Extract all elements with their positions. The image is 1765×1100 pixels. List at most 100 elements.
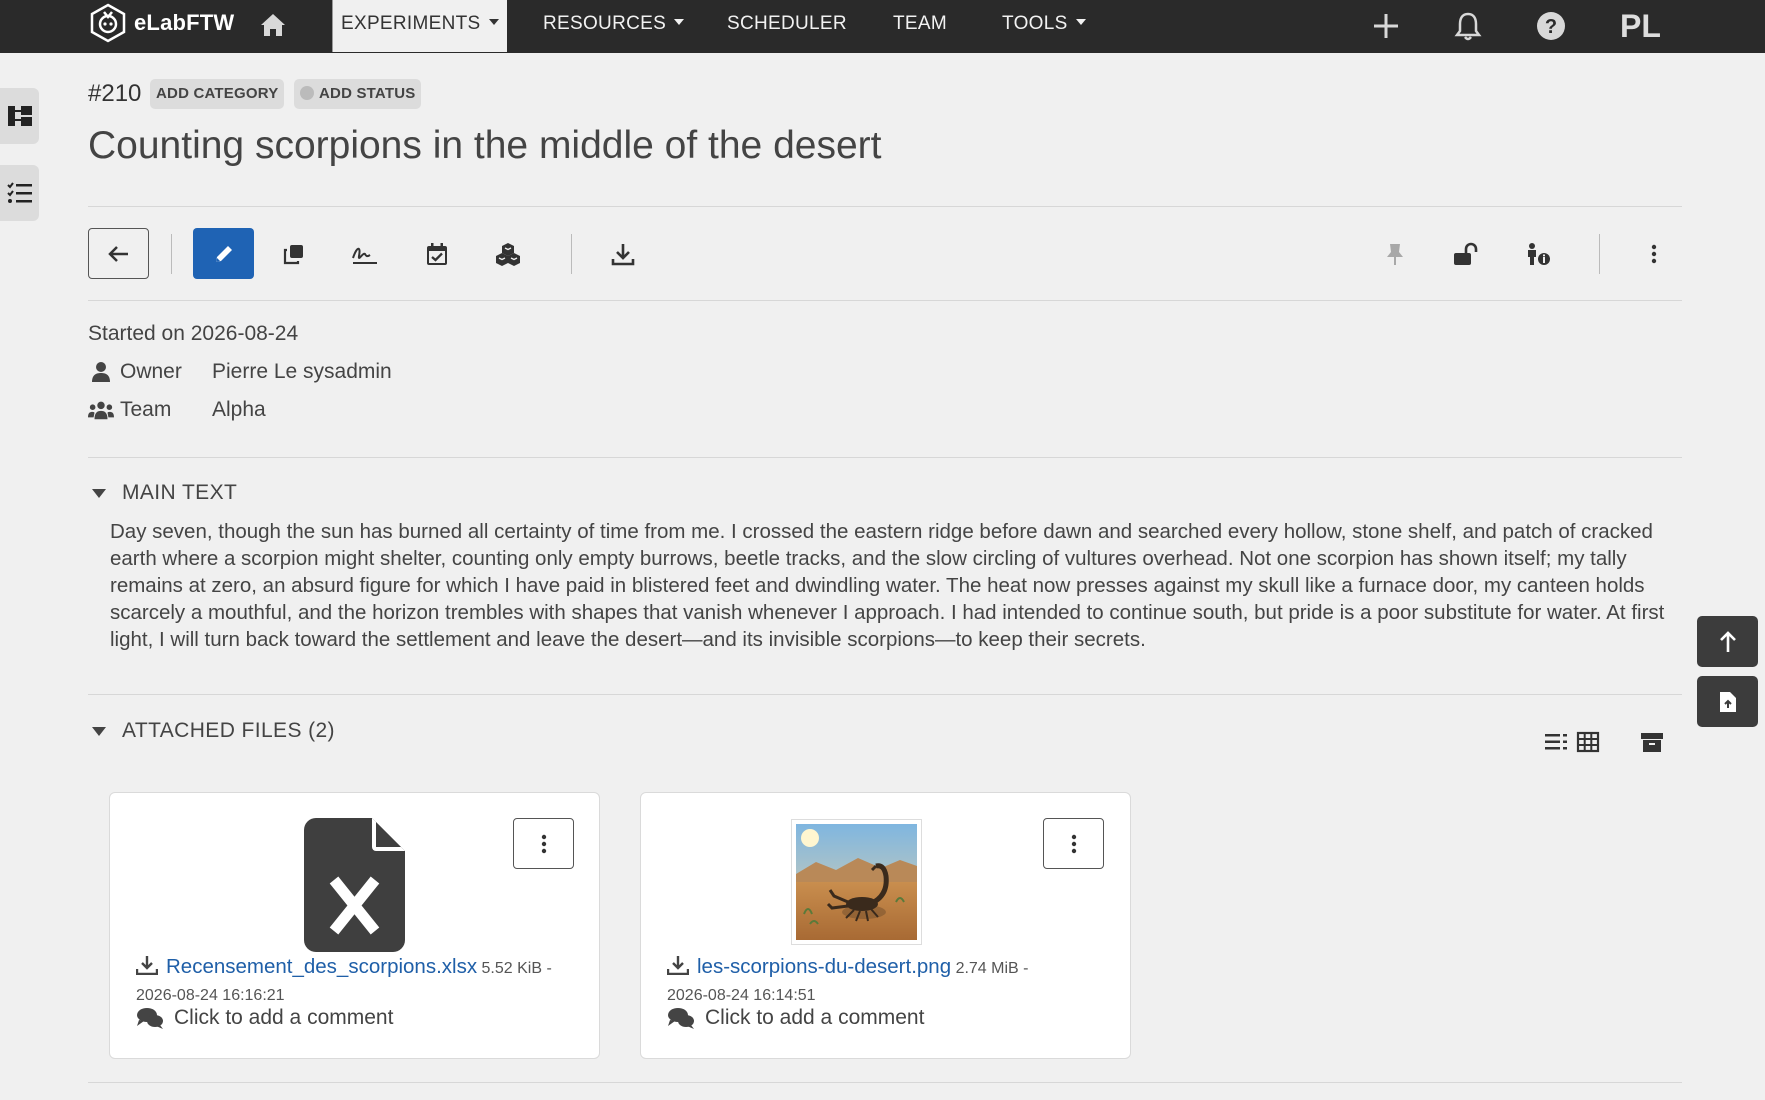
nav-resources[interactable]: RESOURCES bbox=[543, 0, 685, 48]
start-date[interactable]: Started on 2026-08-24 bbox=[88, 322, 298, 346]
signature-icon[interactable] bbox=[351, 240, 379, 268]
status-dot-icon bbox=[300, 86, 314, 100]
sitemap-icon bbox=[7, 106, 32, 126]
caret-down-icon bbox=[92, 488, 106, 498]
add-comment[interactable]: Click to add a comment bbox=[136, 1006, 393, 1030]
file-size: 5.52 KiB - bbox=[481, 960, 552, 977]
toc-button[interactable] bbox=[0, 165, 39, 221]
edit-button[interactable] bbox=[193, 228, 254, 279]
chevron-down-icon bbox=[1075, 18, 1086, 25]
nav-team-label: TEAM bbox=[893, 13, 947, 34]
divider bbox=[88, 300, 1682, 301]
users-icon bbox=[88, 401, 114, 420]
comments-icon bbox=[668, 1008, 694, 1029]
file-name-link[interactable]: les-scorpions-du-desert.png bbox=[697, 955, 951, 978]
pin-icon[interactable] bbox=[1381, 240, 1409, 268]
upload-file-button[interactable] bbox=[1697, 676, 1758, 727]
team-value: Alpha bbox=[212, 398, 266, 421]
svg-text:?: ? bbox=[1545, 16, 1557, 38]
nav-tools[interactable]: TOOLS bbox=[1002, 0, 1086, 48]
chevron-down-icon bbox=[674, 18, 685, 25]
tree-view-button[interactable] bbox=[0, 88, 39, 144]
add-category-button[interactable]: ADD CATEGORY bbox=[150, 79, 285, 109]
excel-file-icon[interactable] bbox=[304, 818, 405, 952]
top-navbar: eLabFTW EXPERIMENTS RESOURCES SCHEDULER … bbox=[0, 0, 1765, 53]
brand-name: eLabFTW bbox=[134, 10, 235, 35]
divider bbox=[88, 694, 1682, 695]
scroll-top-button[interactable] bbox=[1697, 616, 1758, 667]
entry-id: #210 bbox=[88, 80, 142, 107]
file-menu-button[interactable] bbox=[513, 818, 574, 869]
attached-files-toggle[interactable]: ATTACHED FILES (2) bbox=[92, 719, 335, 743]
arrow-left-icon bbox=[107, 245, 128, 262]
more-options-icon bbox=[541, 834, 546, 853]
nav-team[interactable]: TEAM bbox=[893, 0, 947, 48]
more-options-icon bbox=[1071, 834, 1076, 853]
owner-label: Owner bbox=[120, 360, 182, 383]
person-info-icon[interactable] bbox=[1524, 240, 1552, 268]
archive-icon[interactable] bbox=[1640, 730, 1664, 754]
owner-value: Pierre Le sysadmin bbox=[212, 360, 392, 383]
user-icon bbox=[92, 362, 110, 382]
checklist-icon bbox=[6, 182, 32, 203]
file-date: 2026-08-24 16:14:51 bbox=[667, 987, 816, 1004]
main-text-body[interactable]: Day seven, though the sun has burned all… bbox=[110, 518, 1670, 653]
caret-down-icon bbox=[92, 726, 106, 736]
user-avatar[interactable]: PL bbox=[1620, 6, 1661, 46]
nav-scheduler[interactable]: SCHEDULER bbox=[727, 0, 847, 48]
main-text-heading: MAIN TEXT bbox=[122, 481, 238, 504]
nav-resources-label: RESOURCES bbox=[543, 13, 667, 34]
image-thumbnail[interactable] bbox=[791, 819, 922, 945]
duplicate-icon[interactable] bbox=[280, 240, 308, 268]
help-icon[interactable]: ? bbox=[1535, 10, 1567, 42]
grid-view-icon[interactable] bbox=[1576, 730, 1600, 754]
comment-label: Click to add a comment bbox=[174, 1006, 394, 1029]
file-size: 2.74 MiB - bbox=[955, 960, 1029, 977]
list-view-icon[interactable] bbox=[1544, 730, 1568, 754]
pencil-icon bbox=[215, 245, 232, 262]
file-info: Recensement_des_scorpions.xlsx 5.52 KiB … bbox=[136, 953, 586, 1009]
nav-tools-label: TOOLS bbox=[1002, 13, 1068, 34]
add-status-label: ADD STATUS bbox=[319, 85, 416, 102]
page-title[interactable]: Counting scorpions in the middle of the … bbox=[88, 124, 881, 168]
arrow-up-icon bbox=[1719, 630, 1736, 652]
download-icon[interactable] bbox=[609, 240, 637, 268]
unlock-icon[interactable] bbox=[1452, 240, 1480, 268]
home-icon[interactable] bbox=[259, 12, 287, 38]
elabftw-logo-icon bbox=[90, 3, 126, 43]
file-info: les-scorpions-du-desert.png 2.74 MiB - 2… bbox=[667, 953, 1117, 1009]
team-label: Team bbox=[120, 398, 172, 421]
more-options-icon[interactable] bbox=[1640, 240, 1668, 268]
file-upload-icon bbox=[1719, 691, 1736, 712]
add-status-button[interactable]: ADD STATUS bbox=[294, 79, 422, 109]
scorpion-desert-image bbox=[796, 824, 917, 940]
file-menu-button[interactable] bbox=[1043, 818, 1104, 869]
divider bbox=[88, 206, 1682, 207]
brand-logo[interactable]: eLabFTW bbox=[88, 3, 234, 43]
download-icon[interactable] bbox=[667, 955, 689, 975]
file-name-link[interactable]: Recensement_des_scorpions.xlsx bbox=[166, 955, 477, 978]
calendar-check-icon[interactable] bbox=[423, 240, 451, 268]
toolbar-separator bbox=[1599, 234, 1600, 274]
main-text-toggle[interactable]: MAIN TEXT bbox=[92, 481, 237, 505]
toolbar-separator bbox=[571, 234, 572, 274]
plus-icon[interactable] bbox=[1370, 10, 1402, 42]
file-card: Recensement_des_scorpions.xlsx 5.52 KiB … bbox=[109, 792, 600, 1059]
nav-scheduler-label: SCHEDULER bbox=[727, 13, 847, 34]
nav-experiments[interactable]: EXPERIMENTS bbox=[332, 0, 507, 52]
comments-icon bbox=[137, 1008, 163, 1029]
file-date: 2026-08-24 16:16:21 bbox=[136, 987, 285, 1004]
attached-files-heading: ATTACHED FILES (2) bbox=[122, 719, 335, 742]
cubes-icon[interactable] bbox=[494, 240, 522, 268]
bell-icon[interactable] bbox=[1452, 10, 1484, 42]
comment-label: Click to add a comment bbox=[705, 1006, 925, 1029]
file-card: les-scorpions-du-desert.png 2.74 MiB - 2… bbox=[640, 792, 1131, 1059]
nav-experiments-label: EXPERIMENTS bbox=[341, 13, 481, 34]
divider bbox=[88, 1082, 1682, 1083]
back-button[interactable] bbox=[88, 228, 149, 279]
download-icon[interactable] bbox=[136, 955, 158, 975]
add-comment[interactable]: Click to add a comment bbox=[667, 1006, 924, 1030]
divider bbox=[88, 457, 1682, 458]
chevron-down-icon bbox=[488, 18, 499, 25]
toolbar-separator bbox=[171, 234, 172, 274]
